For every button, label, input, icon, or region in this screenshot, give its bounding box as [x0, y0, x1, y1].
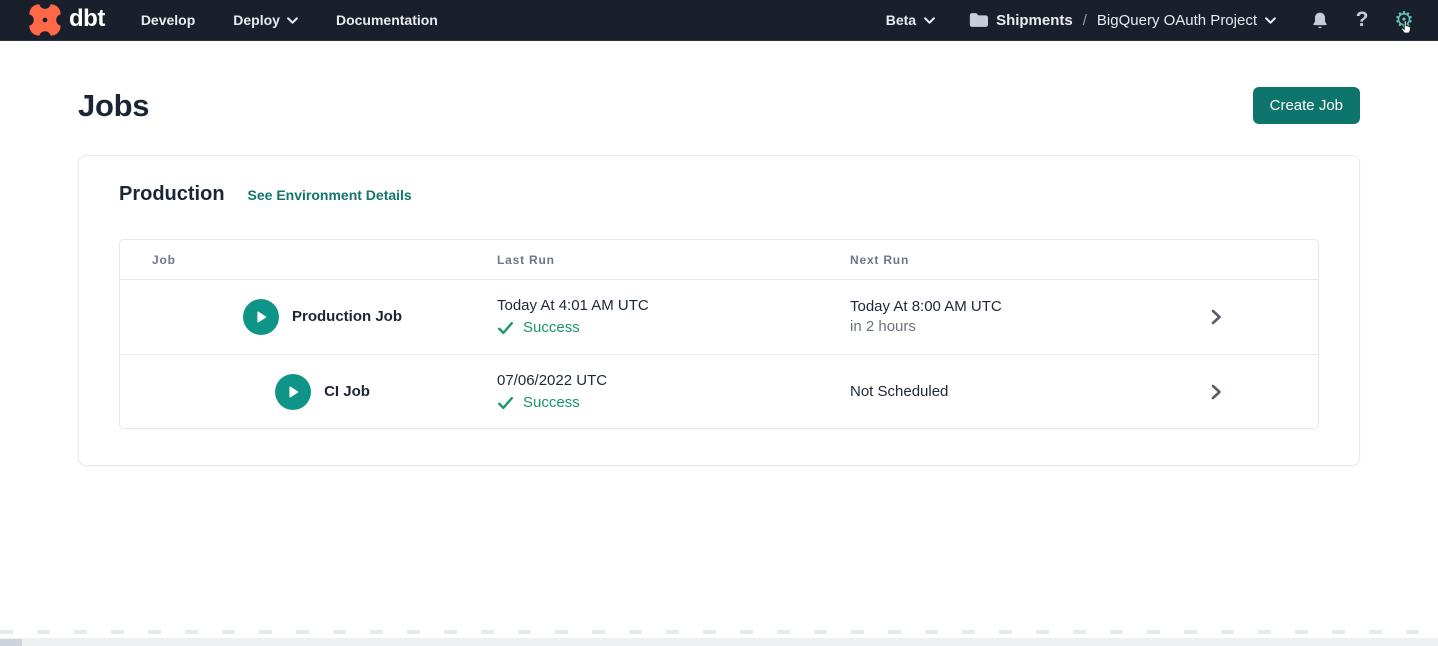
nav-item-deploy[interactable]: Deploy: [233, 12, 298, 28]
check-icon: [497, 321, 514, 335]
bottom-left-scroll-corner: [0, 639, 22, 646]
chevron-down-icon: [1265, 17, 1276, 24]
beta-dropdown[interactable]: Beta: [886, 12, 935, 28]
nav-item-develop[interactable]: Develop: [141, 12, 195, 28]
bottom-dashed-divider: [0, 630, 1438, 634]
next-run-time: Not Scheduled: [850, 382, 1180, 402]
jobs-table-header: Job Last Run Next Run: [120, 240, 1318, 280]
main-content: Jobs Create Job Production See Environme…: [0, 87, 1438, 466]
breadcrumb-separator: /: [1081, 12, 1089, 29]
chevron-right-icon: [1208, 308, 1224, 326]
dbt-logo-text: dbt: [69, 7, 105, 34]
next-run-note: in 2 hours: [850, 317, 1180, 337]
chevron-down-icon: [287, 17, 298, 24]
check-icon: [497, 396, 514, 410]
breadcrumb: Shipments / BigQuery OAuth Project: [969, 12, 1276, 29]
breadcrumb-project-dropdown[interactable]: BigQuery OAuth Project: [1097, 12, 1276, 29]
top-navbar: dbt Develop Deploy Documentation Beta Sh…: [0, 0, 1438, 41]
table-row-production-job[interactable]: Production Job Today At 4:01 AM UTC Succ…: [120, 280, 1318, 354]
status-badge: Success: [523, 318, 580, 338]
row-details-chevron[interactable]: [1208, 308, 1224, 326]
chevron-down-icon: [924, 17, 935, 24]
environment-name: Production: [119, 183, 225, 206]
create-job-button[interactable]: Create Job: [1253, 87, 1360, 124]
last-run-time: Today At 4:01 AM UTC: [497, 296, 850, 316]
dbt-pinwheel-icon: [28, 3, 62, 37]
job-name: CI Job: [324, 382, 370, 402]
help-icon[interactable]: ?: [1350, 8, 1374, 32]
last-run-time: 07/06/2022 UTC: [497, 371, 850, 391]
jobs-table: Job Last Run Next Run Production Job Tod…: [119, 239, 1319, 429]
column-header-next-run: Next Run: [850, 240, 1180, 279]
page-title: Jobs: [78, 88, 149, 124]
row-details-chevron[interactable]: [1208, 383, 1224, 401]
folder-icon: [969, 12, 988, 28]
job-name: Production Job: [292, 307, 402, 327]
column-header-last-run: Last Run: [497, 240, 850, 279]
run-job-play-button[interactable]: [243, 299, 279, 335]
see-environment-details-link[interactable]: See Environment Details: [248, 187, 412, 203]
primary-nav: Develop Deploy Documentation: [141, 12, 438, 28]
dbt-logo[interactable]: dbt: [28, 3, 105, 37]
table-row-ci-job[interactable]: CI Job 07/06/2022 UTC Success Not Schedu…: [120, 354, 1318, 428]
breadcrumb-account[interactable]: Shipments: [996, 12, 1073, 29]
next-run-time: Today At 8:00 AM UTC: [850, 297, 1180, 317]
run-job-play-button[interactable]: [275, 374, 311, 410]
column-header-job: Job: [120, 240, 497, 279]
play-icon: [285, 384, 301, 400]
bottom-footer-edge: [0, 638, 1438, 646]
environment-card: Production See Environment Details Job L…: [78, 155, 1360, 466]
mouse-cursor-icon: [1399, 19, 1414, 41]
settings-gear-icon[interactable]: ⚙: [1392, 8, 1416, 32]
notifications-bell-icon[interactable]: [1308, 8, 1332, 32]
chevron-right-icon: [1208, 383, 1224, 401]
navbar-right: Beta Shipments / BigQuery OAuth Project …: [886, 8, 1416, 32]
play-icon: [253, 309, 269, 325]
status-badge: Success: [523, 393, 580, 413]
nav-item-documentation[interactable]: Documentation: [336, 12, 438, 28]
